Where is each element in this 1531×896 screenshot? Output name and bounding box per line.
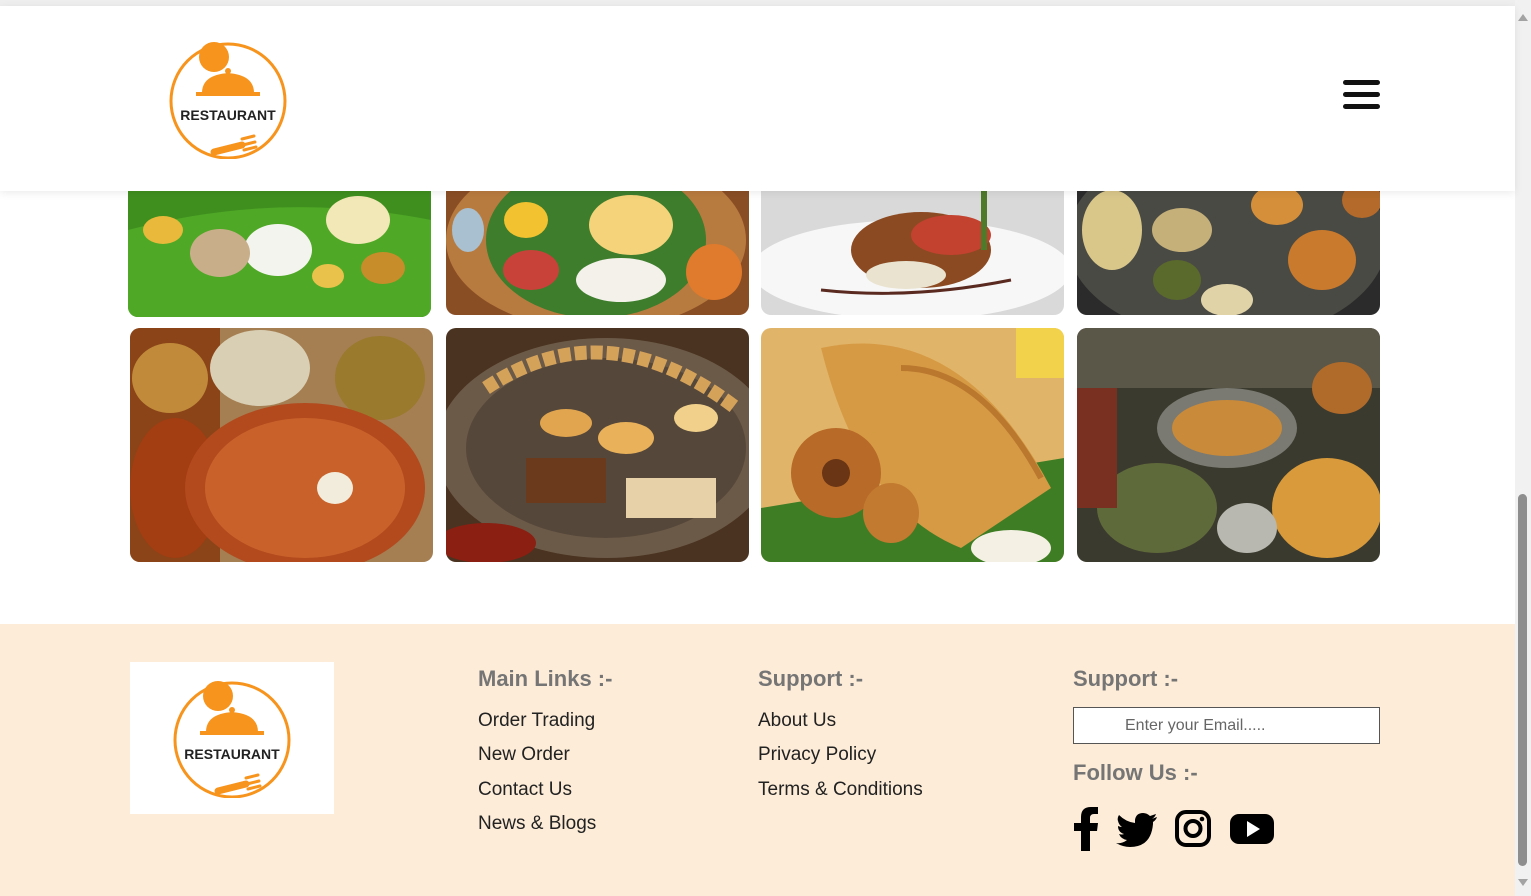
restaurant-logo-icon: RESTAURANT (173, 681, 291, 798)
footer-logo[interactable]: RESTAURANT (166, 678, 296, 798)
svg-text:RESTAURANT: RESTAURANT (184, 746, 280, 762)
scroll-up-icon[interactable] (1518, 14, 1528, 21)
email-input[interactable] (1073, 707, 1380, 744)
gallery-tile-masala-dosa-vada[interactable] (761, 328, 1064, 562)
youtube-icon[interactable] (1229, 807, 1275, 851)
restaurant-logo-icon: RESTAURANT (169, 42, 287, 159)
link-privacy-policy[interactable]: Privacy Policy (758, 744, 876, 766)
twitter-icon[interactable] (1116, 807, 1158, 851)
svg-text:RESTAURANT: RESTAURANT (180, 107, 276, 123)
support-heading: Support :- (758, 666, 864, 691)
header-logo[interactable]: RESTAURANT (162, 39, 292, 159)
site-footer: RESTAURANT Main Links :- Order Trading N… (0, 624, 1515, 896)
gallery-tile-paratha-platter[interactable] (130, 328, 433, 562)
footer-logo-box: RESTAURANT (130, 662, 334, 814)
scroll-thumb[interactable] (1518, 494, 1527, 866)
page-scrollbar[interactable] (1515, 0, 1531, 896)
gallery-tile-street-food-stall[interactable] (1077, 328, 1380, 562)
food-image (1077, 328, 1380, 562)
follow-us-heading: Follow Us :- (1073, 760, 1198, 785)
food-image (761, 328, 1064, 562)
subscribe-heading: Support :- (1073, 666, 1179, 691)
link-new-order[interactable]: New Order (478, 744, 570, 766)
food-image (446, 328, 749, 562)
link-about-us[interactable]: About Us (758, 710, 836, 732)
scroll-down-icon[interactable] (1518, 879, 1528, 886)
site-header: RESTAURANT (0, 6, 1515, 191)
main-links-heading: Main Links :- (478, 666, 613, 691)
instagram-icon[interactable] (1174, 807, 1212, 851)
link-contact-us[interactable]: Contact Us (478, 779, 572, 801)
link-terms-conditions[interactable]: Terms & Conditions (758, 779, 923, 801)
facebook-icon[interactable] (1073, 807, 1099, 851)
link-news-blogs[interactable]: News & Blogs (478, 813, 596, 835)
link-order-trading[interactable]: Order Trading (478, 710, 595, 732)
gallery-tile-tawa-street-food[interactable] (446, 328, 749, 562)
hamburger-menu-icon[interactable] (1343, 80, 1381, 114)
food-image (130, 328, 433, 562)
